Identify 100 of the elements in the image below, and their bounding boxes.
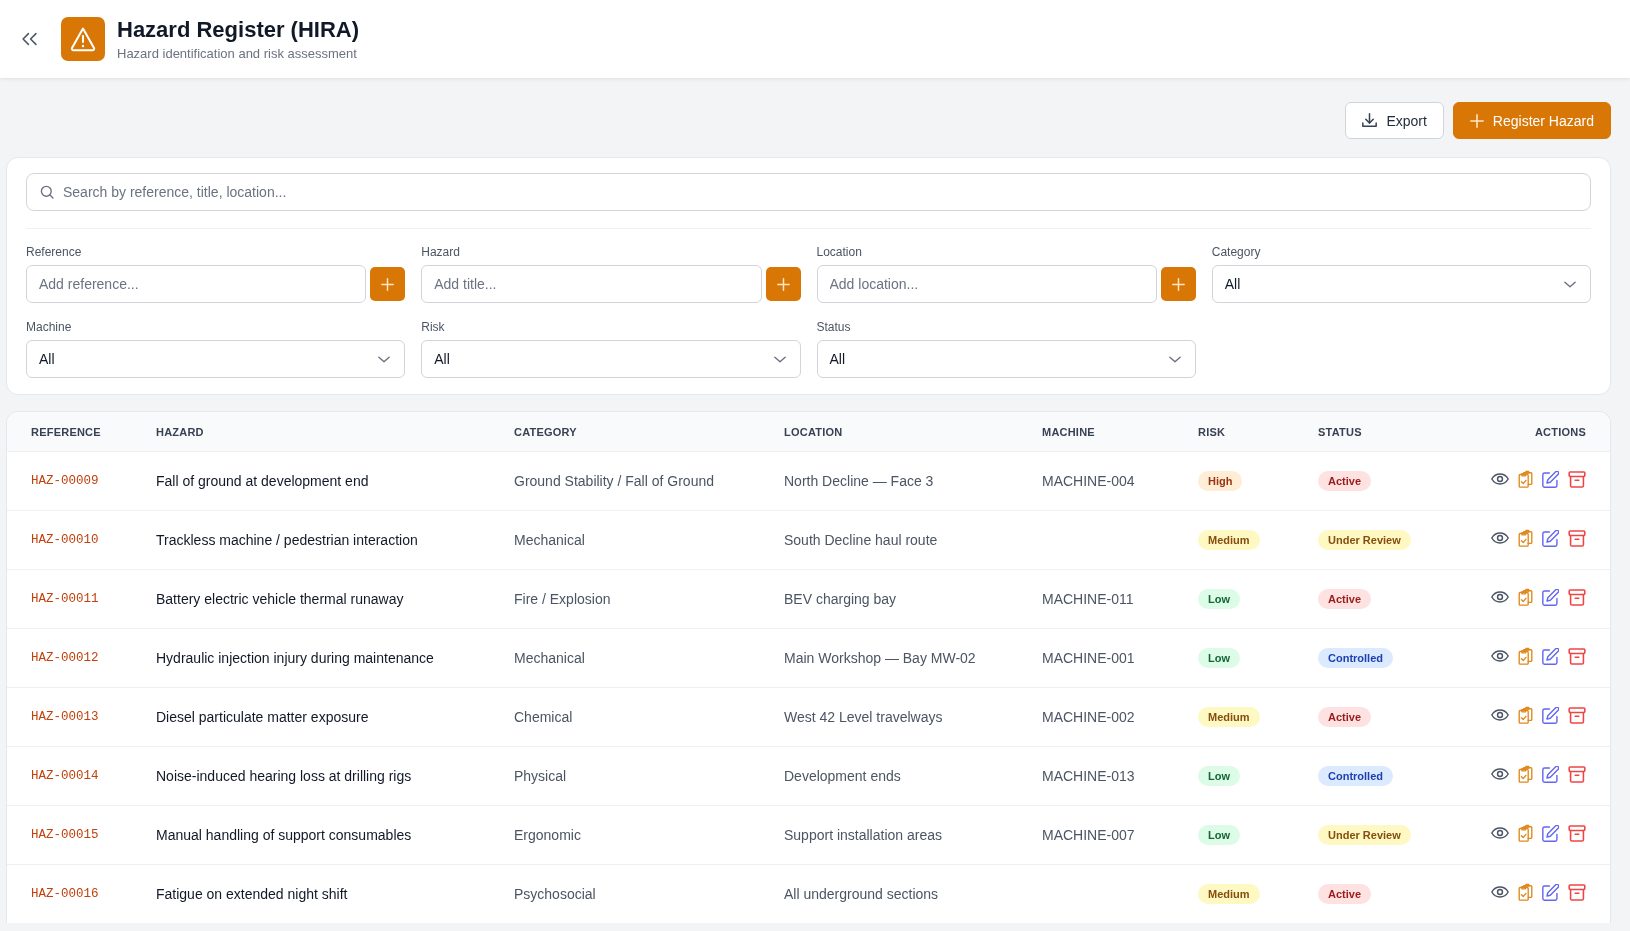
reference-link[interactable]: HAZ-00015	[31, 828, 99, 842]
reference-link[interactable]: HAZ-00016	[31, 887, 99, 901]
assess-button[interactable]	[1518, 824, 1533, 842]
archive-button[interactable]	[1568, 470, 1586, 488]
category-text: Mechanical	[514, 532, 585, 548]
collapse-button[interactable]	[22, 32, 37, 46]
add-button[interactable]	[370, 267, 406, 301]
filter-label: Location	[816, 245, 862, 259]
reference-link[interactable]: HAZ-00010	[31, 533, 99, 547]
edit-button[interactable]	[1542, 824, 1559, 842]
assess-button[interactable]	[1518, 765, 1533, 783]
filter-label: Machine	[26, 320, 72, 334]
search-field[interactable]: Search by reference, title, location...	[26, 173, 1591, 211]
add-button[interactable]	[765, 267, 801, 301]
archive-box-icon	[1568, 647, 1586, 665]
plus-icon	[776, 277, 790, 291]
archive-box-icon	[1568, 529, 1586, 547]
view-button[interactable]	[1491, 886, 1509, 898]
reference-link[interactable]: HAZ-00012	[31, 651, 99, 665]
archive-button[interactable]	[1568, 647, 1586, 665]
archive-button[interactable]	[1568, 588, 1586, 606]
assess-button[interactable]	[1518, 470, 1533, 488]
assess-button[interactable]	[1518, 588, 1533, 606]
status-badge: Active	[1318, 707, 1372, 727]
column-header: ACTIONS	[1534, 425, 1586, 438]
machine-id: MACHINE-001	[1042, 650, 1135, 666]
edit-button[interactable]	[1542, 647, 1559, 665]
hazard-title: Fatigue on extended night shift	[156, 886, 348, 902]
location-text: Development ends	[784, 768, 901, 784]
eye-icon	[1491, 650, 1509, 662]
reference-link[interactable]: HAZ-00009	[31, 474, 99, 488]
view-button[interactable]	[1491, 591, 1509, 603]
view-button[interactable]	[1491, 473, 1509, 485]
dropdown[interactable]: All	[421, 340, 801, 378]
archive-button[interactable]	[1568, 706, 1586, 724]
edit-button[interactable]	[1542, 470, 1559, 488]
dropdown[interactable]: All	[1211, 265, 1591, 303]
status-badge: Under Review	[1318, 825, 1411, 845]
category-text: Ergonomic	[514, 827, 581, 843]
edit-button[interactable]	[1542, 529, 1559, 547]
dropdown[interactable]: All	[26, 340, 406, 378]
risk-badge: Low	[1198, 766, 1240, 786]
archive-button[interactable]	[1568, 824, 1586, 842]
pencil-square-icon	[1542, 706, 1559, 724]
reference-link[interactable]: HAZ-00011	[31, 592, 99, 606]
view-button[interactable]	[1491, 650, 1509, 662]
pencil-square-icon	[1542, 647, 1559, 665]
risk-badge: Low	[1198, 589, 1240, 609]
edit-button[interactable]	[1542, 588, 1559, 606]
reference-link[interactable]: HAZ-00013	[31, 710, 99, 724]
location-text: South Decline haul route	[784, 532, 938, 548]
input-field[interactable]: Add reference...	[26, 265, 367, 303]
view-button[interactable]	[1491, 768, 1509, 780]
edit-button[interactable]	[1542, 883, 1559, 901]
risk-badge: Low	[1198, 825, 1240, 845]
filter-label: Status	[816, 320, 851, 334]
status-badge: Active	[1318, 589, 1372, 609]
category-text: Ground Stability / Fall of Ground	[514, 473, 714, 489]
input-field[interactable]: Add location...	[816, 265, 1157, 303]
archive-button[interactable]	[1568, 765, 1586, 783]
dropdown[interactable]: All	[816, 340, 1196, 378]
edit-button[interactable]	[1542, 706, 1559, 724]
column-header: MACHINE	[1042, 425, 1095, 438]
status-badge: Under Review	[1318, 530, 1411, 550]
double-chevron-left-icon	[22, 32, 37, 46]
machine-id: MACHINE-002	[1042, 709, 1135, 725]
view-button[interactable]	[1491, 709, 1509, 721]
risk-badge: High	[1198, 471, 1243, 491]
assess-button[interactable]	[1518, 883, 1533, 901]
edit-button[interactable]	[1542, 765, 1559, 783]
add-button[interactable]	[1160, 267, 1196, 301]
hazard-title: Battery electric vehicle thermal runaway	[156, 591, 404, 607]
pencil-square-icon	[1542, 824, 1559, 842]
search-icon	[40, 185, 54, 199]
view-button[interactable]	[1491, 532, 1509, 544]
machine-id: MACHINE-011	[1042, 591, 1134, 607]
chevron-down-icon	[773, 355, 786, 363]
location-text: West 42 Level travelways	[784, 709, 943, 725]
filter-label: Reference	[26, 245, 82, 259]
input-field[interactable]: Add title...	[421, 265, 762, 303]
clipboard-check-icon	[1518, 529, 1533, 547]
eye-icon	[1491, 768, 1509, 780]
category-text: Psychosocial	[514, 886, 596, 902]
archive-button[interactable]	[1568, 529, 1586, 547]
assess-button[interactable]	[1518, 647, 1533, 665]
category-text: Fire / Explosion	[514, 591, 611, 607]
assess-button[interactable]	[1518, 529, 1533, 547]
eye-icon	[1491, 473, 1509, 485]
archive-box-icon	[1568, 883, 1586, 901]
reference-link[interactable]: HAZ-00014	[31, 769, 99, 783]
view-button[interactable]	[1491, 827, 1509, 839]
page-subtitle: Hazard identification and risk assessment	[117, 45, 358, 62]
assess-button[interactable]	[1518, 706, 1533, 724]
clipboard-check-icon	[1518, 470, 1533, 488]
export-button[interactable]: Export	[1345, 102, 1444, 139]
archive-box-icon	[1568, 470, 1586, 488]
archive-button[interactable]	[1568, 883, 1586, 901]
machine-id: MACHINE-013	[1042, 768, 1135, 784]
category-text: Mechanical	[514, 650, 585, 666]
register-button[interactable]: Register Hazard	[1452, 102, 1611, 139]
